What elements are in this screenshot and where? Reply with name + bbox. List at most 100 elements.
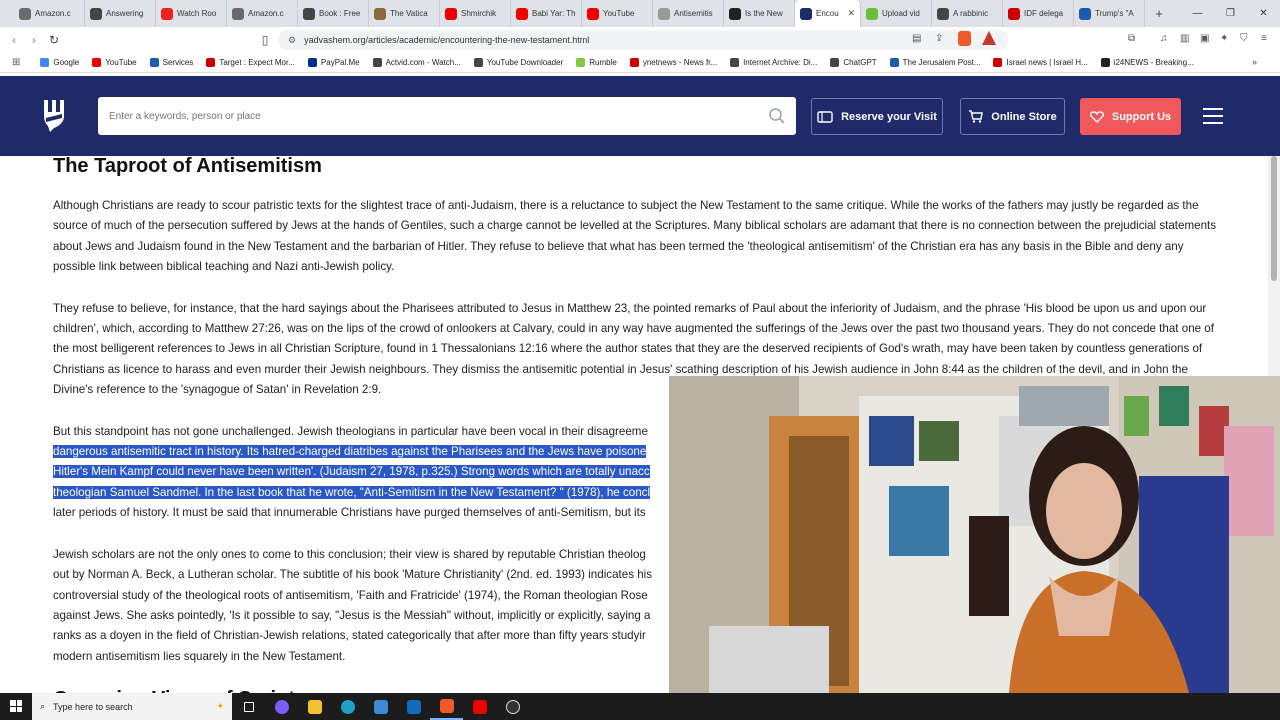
tab-favicon-icon <box>800 7 812 20</box>
bookmark-favicon-icon <box>92 58 102 67</box>
reader-icon[interactable]: ▤ <box>912 33 921 44</box>
bookmark-item[interactable]: ChatGPT <box>830 58 877 67</box>
tab-label: Babi Yar: Th <box>532 9 576 18</box>
windows-start-icon[interactable] <box>10 700 22 712</box>
obs-icon[interactable] <box>496 693 529 720</box>
hamburger-menu-icon[interactable] <box>1203 108 1223 129</box>
media-icon[interactable]: ♫ <box>1160 33 1168 44</box>
online-store-button[interactable]: Online Store <box>960 98 1065 135</box>
paragraph-3-line-5: later periods of history. It must be sai… <box>53 506 646 520</box>
more-bookmarks-icon[interactable]: » <box>1252 57 1257 67</box>
bookmark-favicon-icon <box>372 58 382 67</box>
copilot-icon[interactable] <box>265 693 298 720</box>
apps-icon[interactable]: ⊞ <box>12 57 20 68</box>
brave-rewards-icon[interactable] <box>982 31 996 45</box>
bookmark-item[interactable]: Services <box>149 58 194 67</box>
browser-tab[interactable]: Amazon.c <box>227 0 298 27</box>
bookmark-item[interactable]: PayPal.Me <box>307 58 360 67</box>
browser-tab[interactable]: Watch Roo <box>156 0 227 27</box>
brave-icon[interactable] <box>430 693 463 720</box>
bookmark-item[interactable]: Israel news | Israel H... <box>993 58 1088 67</box>
browser-tab[interactable]: Answering <box>85 0 156 27</box>
file-explorer-icon[interactable] <box>298 693 331 720</box>
outlook-icon[interactable] <box>397 693 430 720</box>
reserve-visit-label: Reserve your Visit <box>841 110 937 123</box>
selected-text-line-3[interactable]: theologian Samuel Sandmel. In the last b… <box>53 485 651 499</box>
site-info-icon[interactable]: ⚙ <box>288 35 296 46</box>
edge-icon[interactable] <box>331 693 364 720</box>
sidebar-icon[interactable]: ▥ <box>1180 33 1189 44</box>
brave-shield-icon[interactable] <box>958 31 971 46</box>
reload-icon[interactable]: ↻ <box>44 33 64 47</box>
back-icon[interactable]: ‹ <box>4 33 24 47</box>
bookmark-item[interactable]: YouTube <box>92 58 137 67</box>
browser-tab[interactable]: Upload vid <box>861 0 932 27</box>
browser-tab[interactable]: Shmirchik <box>440 0 511 27</box>
bookmark-item[interactable]: Target : Expect Mor... <box>206 58 295 67</box>
tab-label: Shmirchik <box>461 9 497 18</box>
bookmark-label: ynetnews - News fr... <box>642 58 718 67</box>
browser-tab[interactable]: Babi Yar: Th <box>511 0 582 27</box>
bookmark-label: ChatGPT <box>843 58 877 67</box>
screenshot-icon[interactable]: ⧉ <box>1128 33 1135 44</box>
maximize-icon[interactable]: ❐ <box>1214 0 1247 27</box>
youtube-icon[interactable] <box>463 693 496 720</box>
search-icon[interactable] <box>768 107 786 125</box>
scrollbar-thumb[interactable] <box>1271 156 1277 281</box>
browser-tab[interactable]: Encou ✕ <box>795 0 861 27</box>
store-icon[interactable] <box>364 693 397 720</box>
bookmark-label: Services <box>162 58 194 67</box>
bookmark-item[interactable]: Rumble <box>576 58 617 67</box>
wallet-icon[interactable]: ▣ <box>1200 33 1209 44</box>
task-view-icon[interactable] <box>232 693 265 720</box>
tab-favicon-icon <box>866 7 878 20</box>
close-tab-icon[interactable]: ✕ <box>847 8 855 19</box>
bookmark-label: YouTube Downloader <box>486 58 564 67</box>
browser-tab[interactable]: Is the New <box>724 0 795 27</box>
browser-tab[interactable]: Book : Free <box>298 0 369 27</box>
browser-tab[interactable]: A rabbinic <box>932 0 1003 27</box>
browser-tab[interactable]: YouTube <box>582 0 653 27</box>
browser-toolbar: ‹ › ↻ ▯ ⚙ yadvashem.org/articles/academi… <box>0 27 1280 53</box>
bookmark-item[interactable]: Actvid.com - Watch... <box>372 58 461 67</box>
bookmark-icon[interactable]: ▯ <box>255 33 275 47</box>
support-us-label: Support Us <box>1111 110 1172 123</box>
menu-icon[interactable]: ≡ <box>1261 33 1267 44</box>
new-tab-button[interactable]: + <box>1149 6 1169 21</box>
tab-label: Is the New <box>745 9 783 18</box>
site-search-input[interactable] <box>98 97 738 135</box>
selected-text-line-2[interactable]: Hitler's Mein Kampf could never have bee… <box>53 465 650 479</box>
leo-icon[interactable]: ✦ <box>1220 33 1228 44</box>
forward-icon[interactable]: › <box>24 33 44 47</box>
close-window-icon[interactable]: ✕ <box>1247 0 1280 27</box>
window-controls: — ❐ ✕ <box>1181 0 1280 27</box>
bookmark-favicon-icon <box>1100 58 1110 67</box>
browser-tab[interactable]: Amazon.c <box>14 0 85 27</box>
tab-favicon-icon <box>1008 7 1020 20</box>
share-icon[interactable]: ⇪ <box>935 33 943 44</box>
cart-icon <box>969 110 984 123</box>
bookmark-item[interactable]: Google <box>40 58 79 67</box>
bookmark-item[interactable]: i24NEWS - Breaking... <box>1100 58 1194 67</box>
address-bar[interactable]: ⚙ yadvashem.org/articles/academic/encoun… <box>278 30 1008 50</box>
section-heading: The Taproot of Antisemitism <box>53 155 322 177</box>
bookmark-item[interactable]: YouTube Downloader <box>473 58 564 67</box>
support-us-button[interactable]: Support Us <box>1080 98 1181 135</box>
reserve-visit-button[interactable]: Reserve your Visit <box>811 98 943 135</box>
browser-tab[interactable]: Antisemitis <box>653 0 724 27</box>
selected-text-line-1[interactable]: dangerous antisemitic tract in history. … <box>53 445 647 459</box>
site-header: Reserve your Visit Online Store Support … <box>0 76 1280 156</box>
yad-vashem-logo-icon[interactable] <box>40 98 70 134</box>
tab-label: Upload vid <box>882 9 920 18</box>
bookmark-item[interactable]: Internet Archive: Di... <box>730 58 817 67</box>
browser-tab[interactable]: IDF delega <box>1003 0 1074 27</box>
bookmark-item[interactable]: ynetnews - News fr... <box>629 58 718 67</box>
browser-tab[interactable]: The Vatica <box>369 0 440 27</box>
bookmark-label: YouTube <box>105 58 137 67</box>
browser-tab[interactable]: Trump's "A <box>1074 0 1145 27</box>
minimize-icon[interactable]: — <box>1181 0 1214 27</box>
bookmark-item[interactable]: The Jerusalem Post... <box>889 58 980 67</box>
bookmark-favicon-icon <box>40 58 50 67</box>
taskbar-search[interactable]: ⌕ Type here to search ✦ <box>32 693 232 720</box>
vpn-icon[interactable]: ⛉ <box>1240 33 1248 44</box>
